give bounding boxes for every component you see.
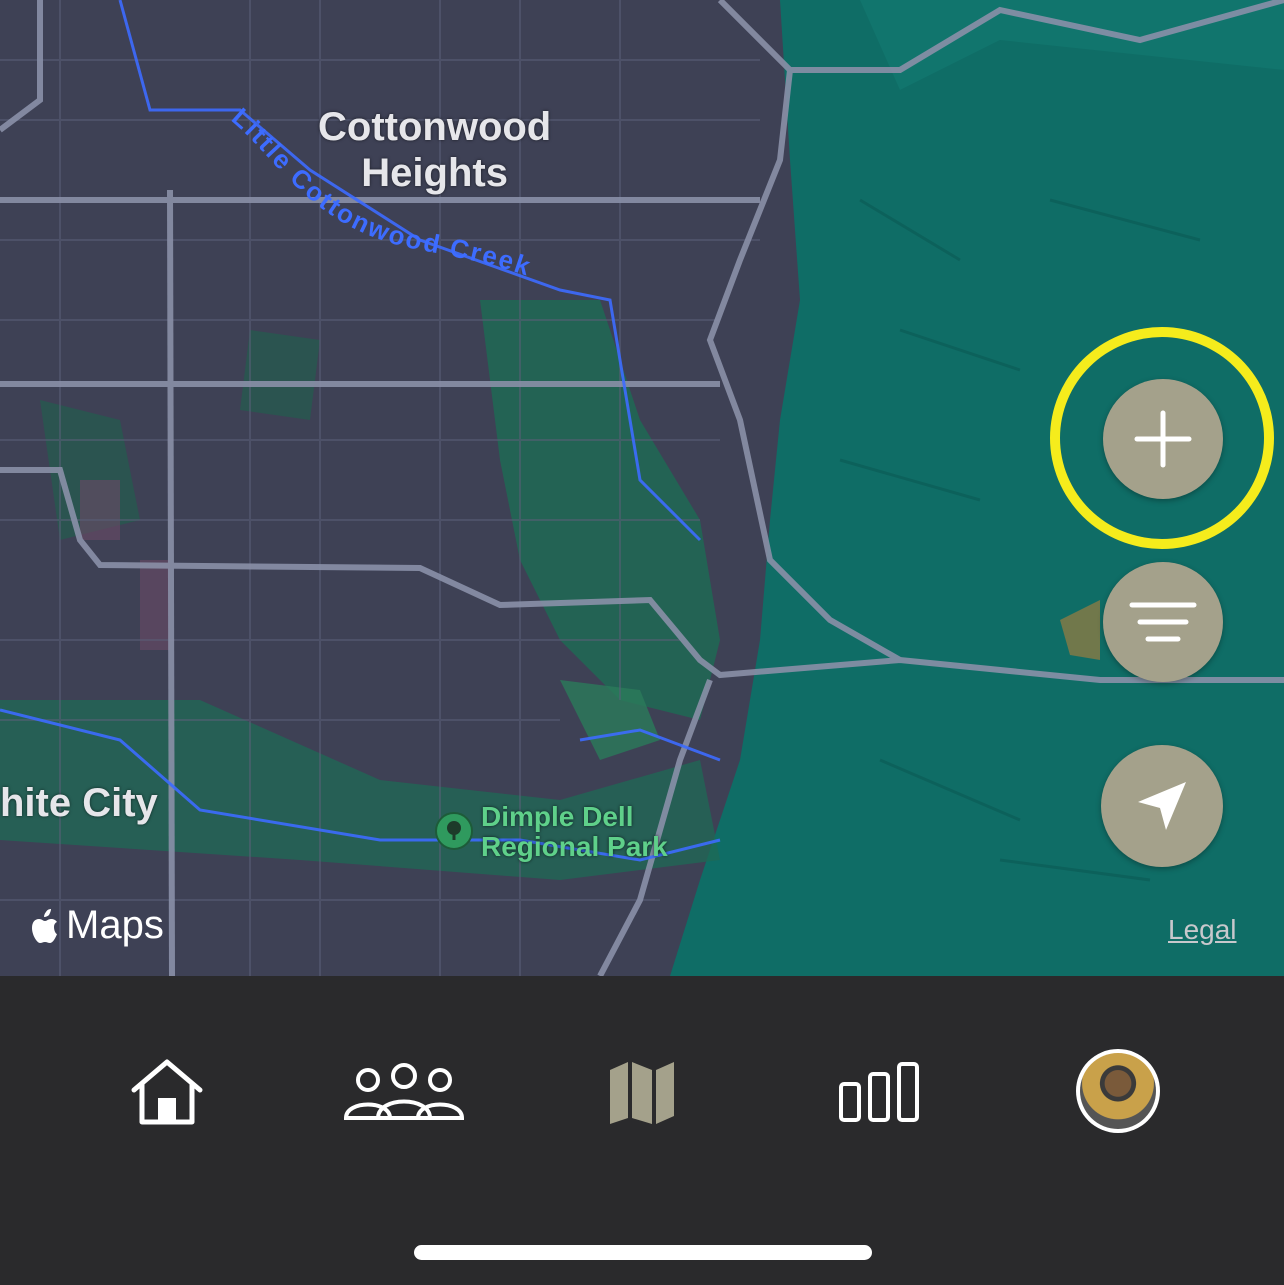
legal-link[interactable]: Legal [1168, 914, 1237, 946]
city-label-white-city: hite City [0, 781, 158, 825]
map-icon [610, 1062, 674, 1124]
filter-button[interactable] [1103, 562, 1223, 682]
creek-label-text: Little Cottonwood Creek [226, 102, 534, 282]
tab-stats[interactable] [838, 1050, 920, 1134]
tab-home[interactable] [128, 1050, 206, 1134]
apple-maps-attribution: Maps [30, 903, 164, 948]
location-arrow-icon [1138, 782, 1186, 830]
filter-lines-icon [1129, 602, 1197, 642]
plus-icon [1134, 410, 1192, 468]
home-indicator[interactable] [414, 1245, 872, 1260]
home-icon [131, 1059, 203, 1125]
tab-friends[interactable] [342, 1050, 466, 1134]
locate-button[interactable] [1101, 745, 1223, 867]
bar-chart-icon [839, 1062, 919, 1122]
people-icon [343, 1063, 465, 1120]
add-button[interactable] [1103, 379, 1223, 499]
avatar [1080, 1053, 1156, 1129]
creek-label: Little Cottonwood Creek [226, 102, 536, 282]
park-label[interactable]: Dimple Dell Regional Park [481, 802, 668, 862]
tab-profile-avatar[interactable] [1076, 1049, 1160, 1133]
map-view[interactable]: Cottonwood Heights Little Cottonwood Cre… [0, 0, 1284, 976]
park-pin-icon[interactable] [435, 812, 473, 850]
svg-text:Little Cottonwood Creek: Little Cottonwood Creek [226, 102, 536, 282]
maps-attribution-text: Maps [66, 903, 164, 947]
tab-map[interactable] [608, 1050, 676, 1134]
apple-logo-icon [32, 908, 57, 943]
